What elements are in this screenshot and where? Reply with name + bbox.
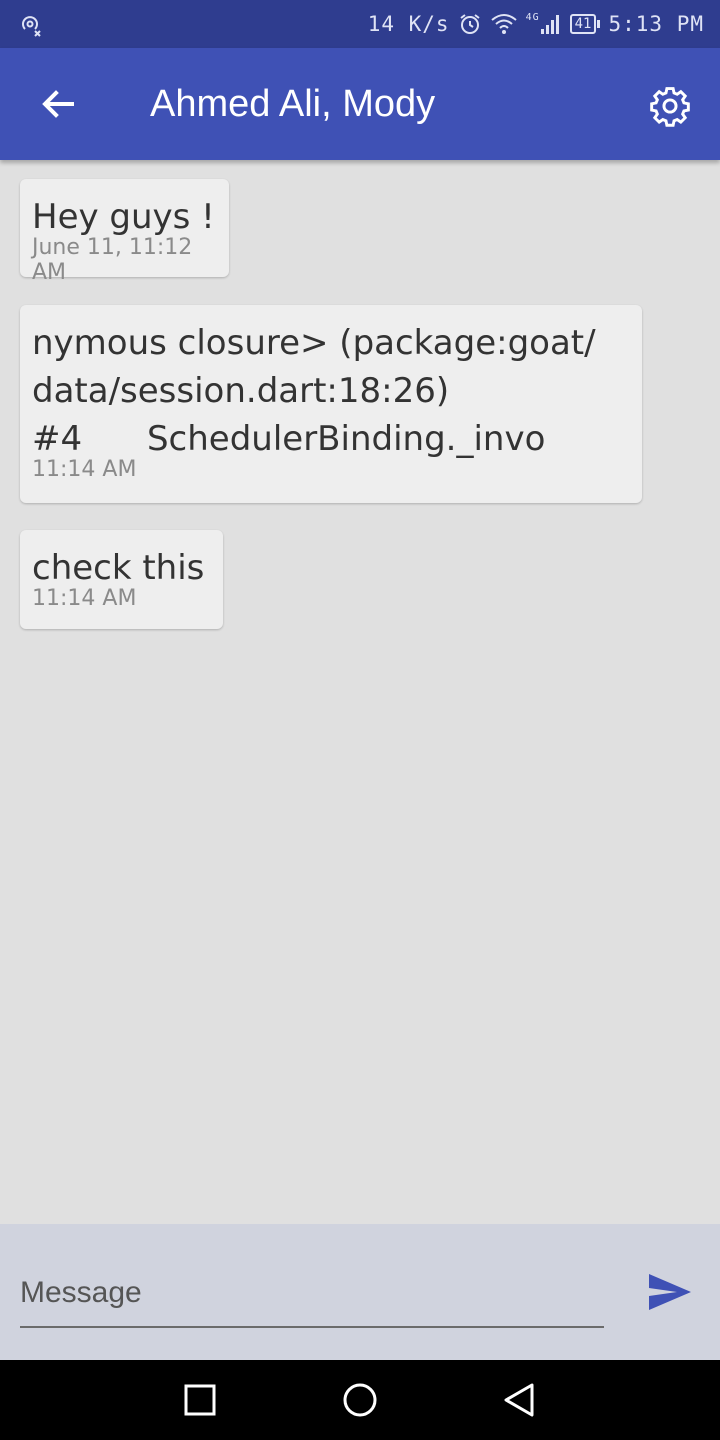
- clock: 5:13 PM: [608, 12, 704, 36]
- app-bar: Ahmed Ali, Mody: [0, 48, 720, 160]
- gear-icon: [650, 87, 690, 127]
- status-bar: 14 K/s 4G 41 5:13 PM: [0, 0, 720, 48]
- message-bubble[interactable]: Hey guys ! June 11, 11:12 AM: [20, 179, 229, 285]
- signal-icon: [540, 15, 559, 34]
- network-type: 4G: [525, 12, 540, 23]
- net-speed: 14 K/s: [367, 12, 450, 36]
- back-button[interactable]: [32, 78, 84, 130]
- message-text: check this: [32, 548, 205, 588]
- message-text: Hey guys !: [32, 197, 215, 237]
- alarm-icon: [459, 14, 480, 34]
- battery-icon: 41: [569, 14, 601, 34]
- home-button[interactable]: [338, 1378, 382, 1422]
- message-bubble[interactable]: nymous closure> (package:goat/ data/sess…: [20, 305, 642, 503]
- battery-level: 41: [569, 14, 597, 34]
- send-button[interactable]: [646, 1268, 694, 1316]
- message-bubble[interactable]: check this 11:14 AM: [20, 530, 223, 629]
- arrow-back-icon: [42, 90, 74, 118]
- signal-group: 4G: [526, 13, 562, 35]
- message-input[interactable]: [20, 1260, 604, 1328]
- message-composer: [0, 1224, 720, 1360]
- message-time: June 11, 11:12 AM: [32, 235, 193, 285]
- battery-tip: [597, 20, 601, 28]
- recents-square-icon: [184, 1384, 216, 1416]
- conversation-title: Ahmed Ali, Mody: [150, 82, 436, 125]
- send-icon: [649, 1274, 691, 1310]
- hotspot-icon: [22, 16, 41, 37]
- settings-button[interactable]: [642, 78, 698, 134]
- wifi-icon: [490, 14, 517, 34]
- recents-button[interactable]: [178, 1378, 222, 1422]
- message-list[interactable]: Hey guys ! June 11, 11:12 AM nymous clos…: [0, 160, 720, 1224]
- home-circle-icon: [343, 1383, 377, 1417]
- status-right-group: 14 K/s 4G 41 5:13 PM: [368, 0, 704, 48]
- system-back-button[interactable]: [497, 1378, 541, 1422]
- back-triangle-icon: [504, 1383, 534, 1417]
- message-text: nymous closure> (package:goat/ data/sess…: [32, 323, 596, 459]
- system-nav-bar: [0, 1360, 720, 1440]
